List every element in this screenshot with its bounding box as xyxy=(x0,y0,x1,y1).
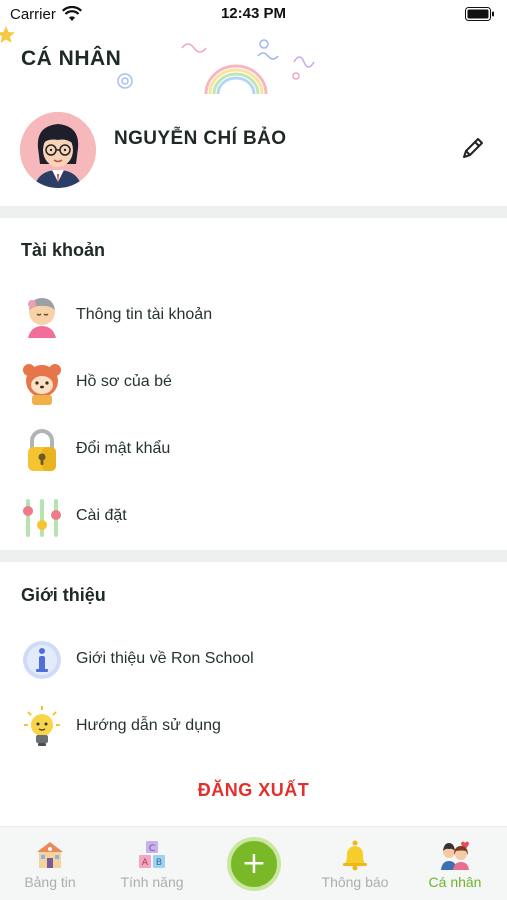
tab-label: Thông báo xyxy=(321,874,389,890)
header: CÁ NHÂN xyxy=(0,26,507,100)
menu-label: Đổi mật khẩu xyxy=(76,440,171,457)
star-decoration-icon xyxy=(0,26,15,43)
padlock-icon xyxy=(28,429,56,471)
page-title: CÁ NHÂN xyxy=(21,47,122,70)
menu-label: Hồ sơ của bé xyxy=(76,373,172,390)
tab-personal[interactable]: Cá nhân xyxy=(405,827,505,900)
section-title-about: Giới thiệu xyxy=(21,585,106,605)
menu-item-user-guide[interactable]: Hướng dẫn sử dụng xyxy=(0,699,507,755)
menu-label: Giới thiệu về Ron School xyxy=(76,650,254,667)
user-info-icon xyxy=(28,298,56,338)
svg-text:A: A xyxy=(142,858,149,868)
menu-label: Cài đặt xyxy=(76,507,127,524)
user-name: NGUYỄN CHÍ BẢO xyxy=(114,128,287,149)
tab-label: Tính năng xyxy=(120,874,184,890)
swirl-decoration-icon xyxy=(117,73,133,89)
tab-notifications[interactable]: Thông báo xyxy=(305,827,405,900)
svg-text:B: B xyxy=(156,858,162,868)
rainbow-decoration-icon xyxy=(181,39,315,95)
menu-item-settings[interactable]: Cài đặt xyxy=(0,489,507,545)
menu-item-account-info[interactable]: Thông tin tài khoản xyxy=(0,288,507,344)
tab-features[interactable]: C A B Tính năng xyxy=(102,827,202,900)
svg-text:C: C xyxy=(149,844,155,854)
abc-blocks-icon: C A B xyxy=(139,841,165,868)
menu-label: Thông tin tài khoản xyxy=(76,306,213,323)
menu-label: Hướng dẫn sử dụng xyxy=(76,717,221,734)
profile-card[interactable]: NGUYỄN CHÍ BẢO xyxy=(0,108,507,200)
school-house-icon xyxy=(37,842,63,868)
section-divider xyxy=(0,206,507,218)
avatar[interactable] xyxy=(20,112,96,188)
user-avatar-icon xyxy=(20,112,96,188)
add-button[interactable]: + xyxy=(227,837,281,891)
status-time: 12:43 PM xyxy=(220,5,287,22)
menu-item-about-ron-school[interactable]: Giới thiệu về Ron School xyxy=(0,632,507,688)
bear-profile-icon xyxy=(23,364,61,405)
tab-label: Bảng tin xyxy=(24,874,76,890)
status-bar: Carrier 12:43 PM xyxy=(0,0,507,30)
bottom-tab-bar: Bảng tin C A B Tính năng + Thông báo Cá … xyxy=(0,826,507,900)
plus-icon: + xyxy=(241,846,267,881)
edit-pencil-icon[interactable] xyxy=(459,134,487,162)
bell-icon xyxy=(343,840,367,871)
logout-button[interactable]: ĐĂNG XUẤT xyxy=(0,780,507,801)
menu-item-child-profile[interactable]: Hồ sơ của bé xyxy=(0,355,507,411)
lightbulb-icon xyxy=(24,706,60,746)
tab-news-feed[interactable]: Bảng tin xyxy=(0,827,100,900)
sliders-icon xyxy=(23,499,61,537)
tab-label: Cá nhân xyxy=(428,874,482,890)
section-title-account: Tài khoản xyxy=(21,240,106,260)
info-icon xyxy=(23,641,61,679)
family-icon xyxy=(441,841,469,870)
battery-icon xyxy=(465,7,494,21)
section-divider xyxy=(0,550,507,562)
menu-item-change-password[interactable]: Đổi mật khẩu xyxy=(0,422,507,478)
